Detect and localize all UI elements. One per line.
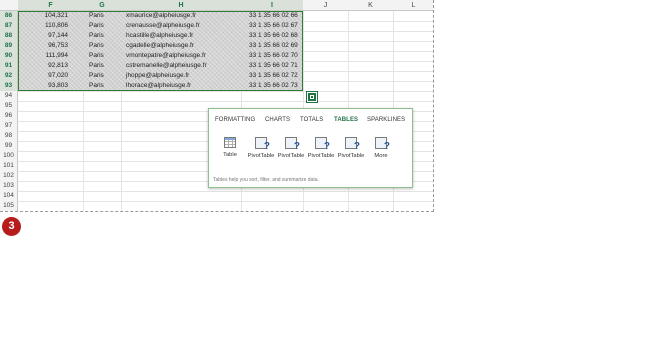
table-icon <box>224 137 236 148</box>
column-header-g[interactable]: G <box>83 0 121 11</box>
row-header[interactable]: 97 <box>0 121 18 131</box>
tab-sparklines[interactable]: SPARKLINES <box>367 117 405 123</box>
panel-hint: Tables help you sort, filter, and summar… <box>213 177 319 183</box>
cell-email[interactable]: cstremanelle@alpheiusge.fr <box>126 61 207 71</box>
cell-phone[interactable]: 33 1 35 66 02 70 <box>249 51 298 61</box>
cell-salary[interactable]: 93,803 <box>48 81 68 91</box>
table-option[interactable]: Table <box>214 137 246 158</box>
row-header[interactable]: 99 <box>0 141 18 151</box>
row-header[interactable]: 86 <box>0 11 18 21</box>
quick-analysis-button[interactable] <box>307 92 317 102</box>
column-header-j[interactable]: J <box>303 0 348 11</box>
cell-salary[interactable]: 97,144 <box>48 31 68 41</box>
pivot-table-option[interactable]: ? PivotTable <box>275 137 307 159</box>
row-header[interactable]: 91 <box>0 61 18 71</box>
cell-email[interactable]: lhorace@alpheiusge.fr <box>126 81 191 91</box>
cell-city[interactable]: Paris <box>89 31 104 41</box>
cell-phone[interactable]: 33 1 35 66 02 73 <box>249 81 298 91</box>
cell-city[interactable]: Paris <box>89 21 104 31</box>
step-badge: 3 <box>2 217 21 236</box>
pivot-table-option[interactable]: ? PivotTable <box>335 137 367 159</box>
pivot-table-icon: ? <box>345 137 360 152</box>
cell-salary[interactable]: 96,753 <box>48 41 68 51</box>
cell-city[interactable]: Paris <box>89 51 104 61</box>
option-label: PivotTable <box>247 153 275 159</box>
cell-phone[interactable]: 33 1 35 66 02 68 <box>249 31 298 41</box>
option-label: Table <box>223 152 237 158</box>
option-label: PivotTable <box>277 153 305 159</box>
row-header[interactable]: 103 <box>0 181 18 191</box>
cell-salary[interactable]: 111,994 <box>45 51 68 61</box>
cell-salary[interactable]: 92,813 <box>48 61 68 71</box>
column-header-k[interactable]: K <box>348 0 393 11</box>
option-label: More <box>374 153 388 159</box>
pivot-table-icon: ? <box>285 137 300 152</box>
column-header-i[interactable]: I <box>241 0 303 11</box>
tab-formatting[interactable]: FORMATTING <box>215 117 255 123</box>
gridline <box>18 191 433 192</box>
cell-city[interactable]: Paris <box>89 61 104 71</box>
row-header[interactable]: 106 <box>0 211 18 212</box>
gridline <box>18 91 433 92</box>
row-header[interactable]: 95 <box>0 101 18 111</box>
row-header[interactable]: 93 <box>0 81 18 91</box>
row-header[interactable]: 89 <box>0 41 18 51</box>
more-option[interactable]: ? More <box>365 137 397 159</box>
row-header[interactable]: 102 <box>0 171 18 181</box>
tab-tables[interactable]: TABLES <box>334 117 358 123</box>
cell-city[interactable]: Paris <box>89 71 104 81</box>
spreadsheet-grid[interactable]: F G H I J K L 86 87 88 89 90 91 92 93 94… <box>0 0 434 212</box>
row-header[interactable]: 87 <box>0 21 18 31</box>
column-header-f[interactable]: F <box>18 0 83 11</box>
cell-salary[interactable]: 97,020 <box>48 71 68 81</box>
gridline <box>18 101 433 102</box>
pivot-table-icon: ? <box>255 137 270 152</box>
pivot-table-icon: ? <box>315 137 330 152</box>
cell-phone[interactable]: 33 1 35 66 02 67 <box>249 21 298 31</box>
pivot-table-option[interactable]: ? PivotTable <box>245 137 277 159</box>
select-all-corner[interactable] <box>0 0 18 11</box>
cell-email[interactable]: jhoppe@alpheiusge.fr <box>126 71 189 81</box>
row-header[interactable]: 88 <box>0 31 18 41</box>
quick-analysis-panel: FORMATTING CHARTS TOTALS TABLES SPARKLIN… <box>208 108 413 188</box>
row-header[interactable]: 90 <box>0 51 18 61</box>
cell-city[interactable]: Paris <box>89 41 104 51</box>
row-header[interactable]: 100 <box>0 151 18 161</box>
row-header[interactable]: 94 <box>0 91 18 101</box>
cell-email[interactable]: hcastille@alpheiusge.fr <box>126 31 193 41</box>
pivot-table-option[interactable]: ? PivotTable <box>305 137 337 159</box>
cell-phone[interactable]: 33 1 35 66 02 69 <box>249 41 298 51</box>
cell-phone[interactable]: 33 1 35 66 02 71 <box>249 61 298 71</box>
cell-phone[interactable]: 33 1 35 66 02 72 <box>249 71 298 81</box>
cell-email[interactable]: cgadelle@alpheiusge.fr <box>126 41 194 51</box>
quick-analysis-icon <box>310 95 314 99</box>
option-label: PivotTable <box>337 153 365 159</box>
more-pivot-icon: ? <box>375 137 390 152</box>
tab-charts[interactable]: CHARTS <box>265 117 290 123</box>
gridline <box>18 201 433 202</box>
column-header-l[interactable]: L <box>393 0 433 11</box>
cell-phone[interactable]: 33 1 35 66 02 66 <box>249 11 298 21</box>
column-header-h[interactable]: H <box>121 0 241 11</box>
cell-city[interactable]: Paris <box>89 81 104 91</box>
cell-salary[interactable]: 104,321 <box>45 11 69 21</box>
row-header[interactable]: 96 <box>0 111 18 121</box>
tab-totals[interactable]: TOTALS <box>300 117 323 123</box>
cell-email[interactable]: vmontepatre@alpheiusge.fr <box>126 51 206 61</box>
option-label: PivotTable <box>307 153 335 159</box>
cell-email[interactable]: xmaurice@alpheiusge.fr <box>126 11 196 21</box>
cell-city[interactable]: Paris <box>89 11 104 21</box>
cell-salary[interactable]: 110,806 <box>45 21 68 31</box>
row-header[interactable]: 98 <box>0 131 18 141</box>
cell-email[interactable]: crenausse@alpheiusge.fr <box>126 21 200 31</box>
row-header[interactable]: 104 <box>0 191 18 201</box>
row-header[interactable]: 101 <box>0 161 18 171</box>
row-header[interactable]: 105 <box>0 201 18 211</box>
row-header[interactable]: 92 <box>0 71 18 81</box>
